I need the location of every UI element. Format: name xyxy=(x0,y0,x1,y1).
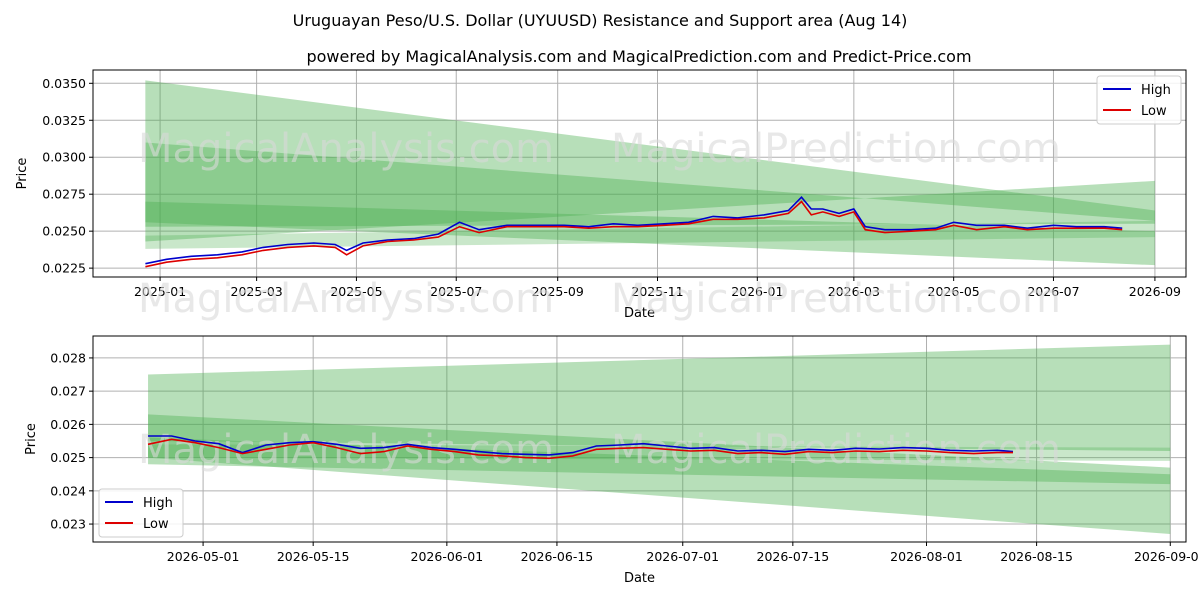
chart-canvas: Uruguayan Peso/U.S. Dollar (UYUUSD) Resi… xyxy=(15,11,1200,586)
watermark: MagicalAnalysis.com xyxy=(138,276,554,322)
y-axis-label: Price xyxy=(24,423,39,455)
watermark: MagicalPrediction.com xyxy=(611,276,1061,322)
x-tick-label: 2026-06-01 xyxy=(411,549,484,564)
watermark: MagicalAnalysis.com xyxy=(138,126,554,172)
legend-label-high: High xyxy=(143,496,173,511)
legend: High Low xyxy=(98,488,184,538)
y-tick-label: 0.0300 xyxy=(42,150,86,165)
legend-label-high: High xyxy=(1141,83,1171,98)
chart-subtitle: powered by MagicalAnalysis.com and Magic… xyxy=(306,47,971,66)
x-tick-label: 2026-05-01 xyxy=(167,549,240,564)
x-tick-label: 2026-08-01 xyxy=(890,549,963,564)
x-axis-label: Date xyxy=(624,571,655,586)
chart-title: Uruguayan Peso/U.S. Dollar (UYUUSD) Resi… xyxy=(293,11,908,30)
watermark: MagicalPrediction.com xyxy=(611,126,1061,172)
y-tick-label: 0.0225 xyxy=(42,261,86,276)
x-tick-label: 2026-05-15 xyxy=(277,549,350,564)
y-tick-label: 0.023 xyxy=(50,517,86,532)
x-tick-label: 2026-08-15 xyxy=(1000,549,1073,564)
x-tick-label: 2026-06-15 xyxy=(521,549,594,564)
y-tick-label: 0.0250 xyxy=(42,224,86,239)
y-tick-label: 0.0325 xyxy=(42,113,86,128)
y-axis-label: Price xyxy=(15,158,30,190)
panel-2: MagicalAnalysis.com MagicalPrediction.com… xyxy=(24,335,1200,586)
plot-area: MagicalAnalysis.com MagicalPrediction.com xyxy=(138,344,1171,535)
y-tick-label: 0.0275 xyxy=(42,187,86,202)
plot-area: MagicalAnalysis.com MagicalPrediction.com xyxy=(138,80,1155,268)
y-tick-label: 0.027 xyxy=(50,384,86,399)
x-tick-label: 2026-09-01 xyxy=(1134,549,1200,564)
legend-label-low: Low xyxy=(143,517,169,532)
x-tick-label: 2026-09 xyxy=(1129,284,1181,299)
legend-label-low: Low xyxy=(1141,104,1167,119)
y-tick-label: 0.026 xyxy=(50,417,86,432)
x-tick-label: 2026-07-01 xyxy=(646,549,719,564)
y-tick-label: 0.028 xyxy=(50,350,86,365)
x-tick-label: 2026-07-15 xyxy=(757,549,830,564)
y-tick-label: 0.0350 xyxy=(42,76,86,91)
y-tick-label: 0.025 xyxy=(50,450,86,465)
legend: High Low xyxy=(1096,75,1182,125)
y-tick-label: 0.024 xyxy=(50,483,86,498)
